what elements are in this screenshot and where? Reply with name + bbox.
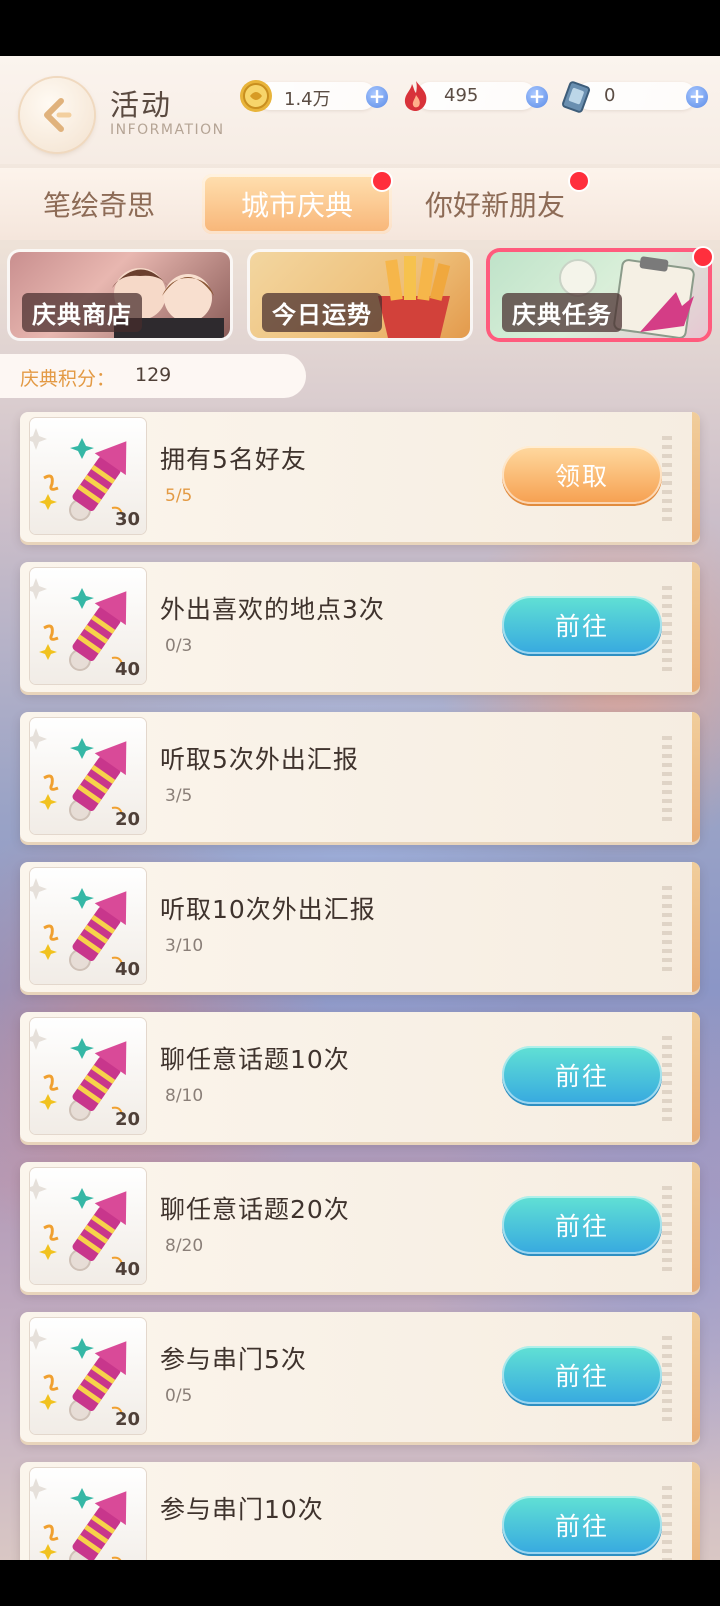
currency-gem: 495 + — [398, 78, 548, 114]
task-card: 40 外出喜欢的地点3次 0/3 前往 — [20, 562, 700, 692]
gem-amount: 495 — [444, 85, 479, 106]
tab-bijiqisi[interactable]: 笔绘奇思 — [18, 168, 180, 240]
task-title: 听取10次外出汇报 — [160, 895, 376, 924]
navigation-bar — [0, 1560, 720, 1606]
reward-quantity: 20 — [114, 809, 140, 830]
red-flame-gem-icon — [398, 78, 434, 114]
banner-celebration-shop[interactable]: 庆典商店 — [10, 252, 230, 338]
task-title: 聊任意话题10次 — [160, 1045, 350, 1074]
task-card: 40 聊任意话题20次 8/20 前往 — [20, 1162, 700, 1292]
go-button[interactable]: 前往 — [502, 1496, 662, 1554]
back-button[interactable] — [20, 78, 94, 152]
currency-ticket: 0 + — [558, 78, 708, 114]
task-progress: 8/20 — [165, 1236, 204, 1256]
reward-item[interactable]: 40 — [30, 1168, 146, 1284]
reward-item[interactable]: 40 — [30, 868, 146, 984]
reward-item[interactable] — [30, 1468, 146, 1560]
go-button[interactable]: 前往 — [502, 1046, 662, 1104]
reward-item[interactable]: 20 — [30, 1318, 146, 1434]
page-title: 活动 — [110, 88, 173, 122]
banner-label: 今日运势 — [262, 293, 382, 332]
task-progress: 8/10 — [165, 1086, 204, 1106]
task-title: 外出喜欢的地点3次 — [160, 595, 385, 624]
go-button[interactable]: 前往 — [502, 596, 662, 654]
task-progress: 3/10 — [165, 936, 204, 956]
task-card: 30 拥有5名好友 5/5 领取 — [20, 412, 700, 542]
tab-label: 你好新朋友 — [424, 189, 565, 222]
notification-dot — [694, 248, 712, 266]
banner-label: 庆典商店 — [22, 293, 142, 332]
task-card: 参与串门10次 前往 — [20, 1462, 700, 1560]
reward-quantity: 40 — [114, 1259, 140, 1280]
card-decoration — [662, 586, 672, 676]
claim-button[interactable]: 领取 — [502, 446, 662, 504]
gold-amount: 1.4万 — [284, 89, 331, 110]
go-button[interactable]: 前往 — [502, 1346, 662, 1404]
reward-quantity: 40 — [114, 659, 140, 680]
task-progress: 0/5 — [165, 1386, 193, 1406]
reward-item[interactable]: 20 — [30, 1018, 146, 1134]
task-title: 参与串门10次 — [160, 1495, 324, 1524]
card-decoration — [662, 1036, 672, 1126]
task-card: 20 参与串门5次 0/5 前往 — [20, 1312, 700, 1442]
card-decoration — [662, 886, 672, 976]
tab-chengshiqingdian[interactable]: 城市庆典 — [202, 174, 392, 234]
task-title: 听取5次外出汇报 — [160, 745, 359, 774]
card-decoration — [662, 1336, 672, 1426]
reward-quantity: 40 — [114, 959, 140, 980]
card-decoration — [662, 436, 672, 526]
gold-coin-icon — [238, 78, 274, 114]
go-button[interactable]: 前往 — [502, 1196, 662, 1254]
banner-celebration-tasks[interactable]: 庆典任务 — [490, 252, 708, 338]
back-arrow-icon — [44, 98, 72, 132]
card-decoration — [662, 1486, 672, 1560]
status-bar — [0, 0, 720, 56]
celebration-score: 庆典积分： 129 — [0, 354, 306, 398]
reward-item[interactable]: 20 — [30, 718, 146, 834]
task-progress: 0/3 — [165, 636, 193, 656]
score-value: 129 — [135, 364, 172, 386]
tab-bar: 笔绘奇思 城市庆典 你好新朋友 — [0, 168, 720, 240]
tab-label: 城市庆典 — [240, 189, 353, 222]
card-decoration — [662, 1186, 672, 1276]
task-progress: 5/5 — [165, 486, 193, 506]
currency-gold: 1.4万 + — [238, 78, 388, 114]
card-decoration — [662, 736, 672, 826]
notification-dot — [570, 172, 588, 190]
activity-screen: 活动 INFORMATION 1.4万 + 495 + 0 + 笔绘奇思 城市庆… — [0, 56, 720, 1560]
reward-quantity: 20 — [114, 1409, 140, 1430]
ticket-card-icon — [558, 78, 594, 114]
firework-rocket-icon — [30, 1478, 127, 1560]
header: 活动 INFORMATION 1.4万 + 495 + 0 + — [0, 56, 720, 164]
banner-label: 庆典任务 — [502, 293, 622, 332]
add-ticket-button[interactable]: + — [686, 86, 708, 108]
task-title: 聊任意话题20次 — [160, 1195, 350, 1224]
reward-item[interactable]: 30 — [30, 418, 146, 534]
add-gold-button[interactable]: + — [366, 86, 388, 108]
task-progress: 3/5 — [165, 786, 193, 806]
task-card: 20 听取5次外出汇报 3/5 — [20, 712, 700, 842]
reward-quantity: 20 — [114, 1109, 140, 1130]
score-label: 庆典积分： — [20, 368, 116, 390]
reward-item[interactable]: 40 — [30, 568, 146, 684]
task-card: 20 聊任意话题10次 8/10 前往 — [20, 1012, 700, 1142]
tab-label: 笔绘奇思 — [42, 189, 155, 222]
task-title: 参与串门5次 — [160, 1345, 307, 1374]
task-card: 40 听取10次外出汇报 3/10 — [20, 862, 700, 992]
notification-dot — [373, 172, 391, 190]
ticket-amount: 0 — [604, 85, 616, 106]
page-subtitle: INFORMATION — [110, 122, 225, 138]
task-title: 拥有5名好友 — [160, 445, 307, 474]
reward-quantity: 30 — [114, 509, 140, 530]
banner-daily-fortune[interactable]: 今日运势 — [250, 252, 470, 338]
tab-nihaoxinpengyou[interactable]: 你好新朋友 — [410, 168, 580, 240]
add-gem-button[interactable]: + — [526, 86, 548, 108]
